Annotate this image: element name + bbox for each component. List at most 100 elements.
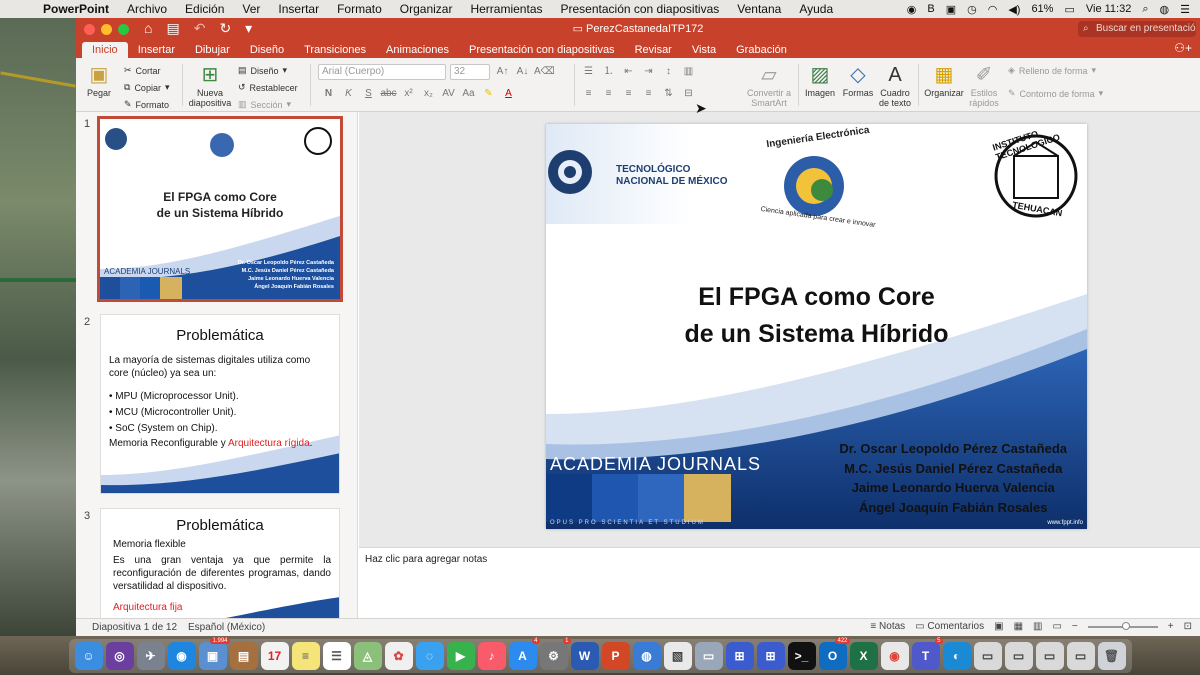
numbering-icon[interactable]: ⒈ <box>600 64 617 79</box>
notes-pane[interactable]: Haz clic para agregar notas <box>359 547 1200 618</box>
section-button[interactable]: ▥ Sección ▾ <box>238 96 298 113</box>
tab-diseno[interactable]: Diseño <box>240 42 294 58</box>
zoom-in-icon[interactable]: + <box>1168 621 1174 632</box>
menu-herramientas[interactable]: Herramientas <box>461 2 551 16</box>
comments-toggle[interactable]: ▭ Comentarios <box>915 621 984 632</box>
align-right-icon[interactable]: ≡ <box>620 86 637 101</box>
trash-icon[interactable]: 🗑 <box>1097 641 1126 670</box>
thumbnail-slide-3[interactable]: Problemática Memoria flexible Es una gra… <box>100 508 340 618</box>
menu-ventana[interactable]: Ventana <box>728 2 790 16</box>
notes-toggle[interactable]: ≡ Notas <box>870 621 905 632</box>
facetime-icon[interactable]: ▶ <box>446 641 475 670</box>
menu-presentacion[interactable]: Presentación con diapositivas <box>552 2 729 16</box>
char-spacing-icon[interactable]: AV <box>440 86 457 101</box>
app-store-icon[interactable]: A4 <box>508 637 540 670</box>
tab-presentacion[interactable]: Presentación con diapositivas <box>459 42 625 58</box>
word-icon[interactable]: W <box>570 641 599 670</box>
photos-app-icon[interactable]: ▣ 1.994 <box>198 637 230 670</box>
menubar-clock[interactable]: Vie 11:32 <box>1086 3 1131 15</box>
align-center-icon[interactable]: ≡ <box>600 86 617 101</box>
shape-outline-button[interactable]: ✎ Contorno de forma ▾ <box>1008 85 1103 102</box>
convert-smartart-button[interactable]: ▱ Convertir a SmartArt <box>744 62 794 108</box>
tab-inicio[interactable]: Inicio <box>82 42 128 58</box>
strikethrough-icon[interactable]: abc <box>380 86 397 101</box>
fit-to-window-icon[interactable]: ⊡ <box>1184 621 1192 632</box>
italic-icon[interactable]: K <box>340 86 357 101</box>
decrease-indent-icon[interactable]: ⇤ <box>620 64 637 79</box>
clear-formatting-icon[interactable]: A⌫ <box>534 64 555 79</box>
chrome-icon[interactable]: ◉ <box>880 641 909 670</box>
zoom-slider[interactable] <box>1087 621 1158 630</box>
change-case-icon[interactable]: Aa <box>460 86 477 101</box>
copy-button[interactable]: ⧉ Copiar ▾ <box>124 79 169 96</box>
safari-icon[interactable]: ◉ <box>167 641 196 670</box>
menu-app-powerpoint[interactable]: PowerPoint <box>34 2 118 16</box>
menu-edicion[interactable]: Edición <box>176 2 233 16</box>
music-icon[interactable]: ♪ <box>477 641 506 670</box>
excel-icon[interactable]: X <box>849 641 878 670</box>
tab-dibujar[interactable]: Dibujar <box>185 42 240 58</box>
window-thumb-icon[interactable]: ▭ <box>1035 641 1064 670</box>
image-capture-icon[interactable]: ▭ <box>694 641 723 670</box>
arrange-button[interactable]: ▦ Organizar <box>924 62 964 98</box>
window-thumb-icon[interactable]: ▭ <box>1004 641 1033 670</box>
volume-icon[interactable]: ◀) <box>1008 3 1020 16</box>
finder-icon[interactable]: ☺ <box>74 641 103 670</box>
reset-button[interactable]: ↺ Restablecer <box>238 79 298 96</box>
screen-share-icon[interactable]: ⊞ <box>725 641 754 670</box>
control-center-icon[interactable]: ☰ <box>1180 3 1190 16</box>
menu-insertar[interactable]: Insertar <box>269 2 328 16</box>
menu-organizar[interactable]: Organizar <box>391 2 462 16</box>
tab-animaciones[interactable]: Animaciones <box>376 42 459 58</box>
contacts-icon[interactable]: ▤ <box>229 641 258 670</box>
thumbnail-slide-1[interactable]: El FPGA como Core de un Sistema Híbrido … <box>97 116 343 302</box>
increase-indent-icon[interactable]: ⇥ <box>640 64 657 79</box>
paste-button[interactable]: ▣ Pegar <box>84 62 114 98</box>
line-spacing-icon[interactable]: ↕ <box>660 64 677 79</box>
teams-icon[interactable]: T5 <box>911 637 943 670</box>
superscript-icon[interactable]: x² <box>400 86 417 101</box>
font-name-input[interactable]: Arial (Cuerpo) <box>318 64 446 80</box>
system-preferences-icon[interactable]: ⚙ 1 <box>539 637 571 670</box>
image-button[interactable]: ▨ Imagen <box>804 62 836 98</box>
align-text-icon[interactable]: ⊟ <box>680 86 697 101</box>
shape-fill-button[interactable]: ◈ Relleno de forma ▾ <box>1008 62 1103 79</box>
shapes-button[interactable]: ◇ Formas <box>842 62 874 98</box>
record-icon[interactable]: ◉ <box>907 3 917 16</box>
zoom-out-icon[interactable]: − <box>1072 621 1078 632</box>
subscript-icon[interactable]: x₂ <box>420 86 437 101</box>
bullets-icon[interactable]: ☰ <box>580 64 597 79</box>
reading-view-icon[interactable]: ▥ <box>1033 621 1042 632</box>
siri-icon[interactable]: ◍ <box>1160 3 1170 16</box>
bi-icon[interactable]: B <box>927 3 934 15</box>
bold-icon[interactable]: N <box>320 86 337 101</box>
photos-icon[interactable]: ✿ <box>384 641 413 670</box>
ribbon-search-input[interactable]: ⌕ Buscar en presentación <box>1078 21 1196 37</box>
clock-icon[interactable]: ◷ <box>967 3 977 16</box>
normal-view-icon[interactable]: ▣ <box>994 621 1003 632</box>
tab-vista[interactable]: Vista <box>682 42 726 58</box>
slide-sorter-icon[interactable]: ▦ <box>1014 621 1023 632</box>
siri-dock-icon[interactable]: ◎ <box>105 641 134 670</box>
increase-font-size-icon[interactable]: A↑ <box>494 64 511 79</box>
decrease-font-size-icon[interactable]: A↓ <box>514 64 531 79</box>
current-slide[interactable]: TECNOLÓGICO NACIONAL DE MÉXICO Ingenierí… <box>546 124 1087 529</box>
justify-icon[interactable]: ≡ <box>640 86 657 101</box>
window-thumb-icon[interactable]: ▭ <box>1066 641 1095 670</box>
columns-icon[interactable]: ▥ <box>680 64 697 79</box>
underline-icon[interactable]: S <box>360 86 377 101</box>
zoom-app-icon[interactable]: ◐ <box>942 641 971 670</box>
terminal-icon[interactable]: >_ <box>787 641 816 670</box>
preview-icon[interactable]: ▧ <box>663 641 692 670</box>
share-person-icon[interactable]: ⚇+ <box>1174 41 1192 55</box>
align-left-icon[interactable]: ≡ <box>580 86 597 101</box>
menu-formato[interactable]: Formato <box>328 2 391 16</box>
launchpad-icon[interactable]: ✈ <box>136 641 165 670</box>
window-thumb-icon[interactable]: ▭ <box>973 641 1002 670</box>
app-icon[interactable]: ▣ <box>946 3 956 16</box>
thumbnail-slide-2[interactable]: Problemática La mayoría de sistemas digi… <box>100 314 340 494</box>
format-painter-button[interactable]: ✎ Formato <box>124 96 169 113</box>
menu-ver[interactable]: Ver <box>233 2 269 16</box>
wifi-icon[interactable]: ◠ <box>988 3 998 16</box>
reminders-icon[interactable]: ☰ <box>322 641 351 670</box>
